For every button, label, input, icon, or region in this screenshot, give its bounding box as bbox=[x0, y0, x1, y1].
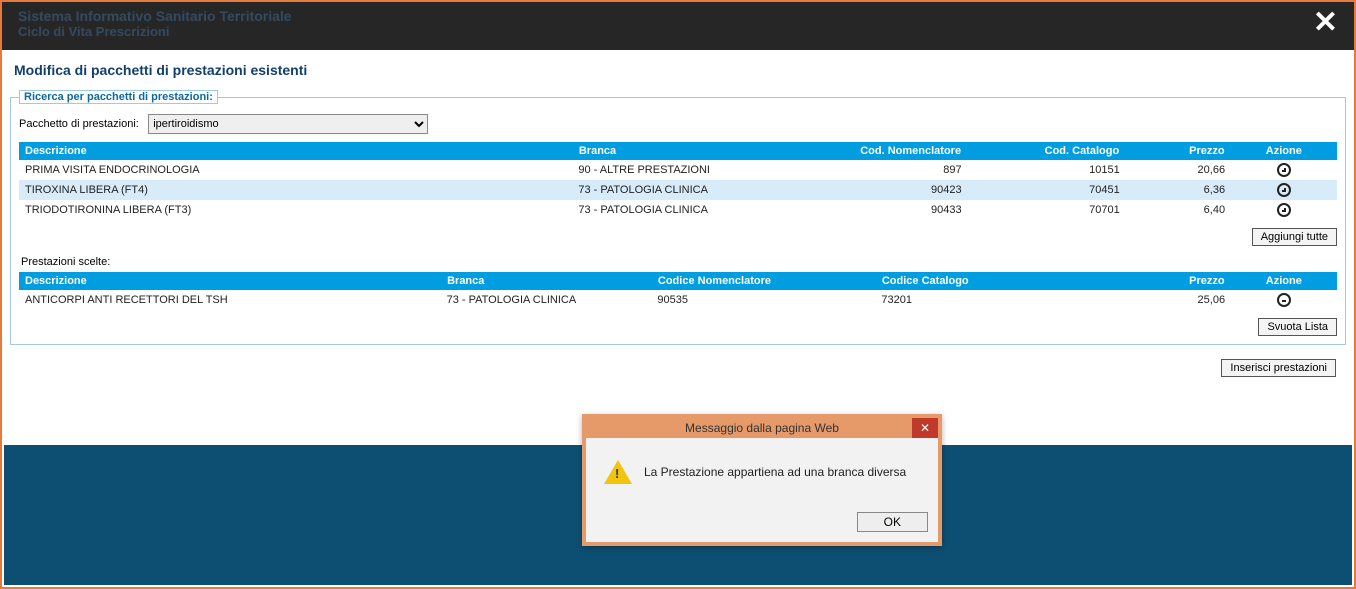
cell-codice-nomenclatore: 90535 bbox=[651, 290, 875, 310]
cell-cod-nomenclatore: 90433 bbox=[810, 200, 968, 220]
dialog-ok-button[interactable]: OK bbox=[857, 512, 928, 532]
col-descrizione: Descrizione bbox=[19, 142, 572, 160]
cell-cod-nomenclatore: 897 bbox=[810, 160, 968, 180]
dialog-title-bar: Messaggio dalla pagina Web ✕ bbox=[586, 418, 938, 438]
page-title: Modifica di pacchetti di prestazioni esi… bbox=[14, 62, 1346, 78]
search-fieldset: Ricerca per pacchetti di prestazioni: Pa… bbox=[10, 90, 1346, 345]
cell-azione bbox=[1231, 200, 1336, 220]
col-codice-nomenclatore: Codice Nomenclatore bbox=[651, 272, 875, 290]
col-prezzo: Prezzo bbox=[1126, 142, 1231, 160]
cell-descrizione: ANTICORPI ANTI RECETTORI DEL TSH bbox=[19, 290, 441, 310]
main-content: Modifica di pacchetti di prestazioni esi… bbox=[2, 50, 1354, 401]
available-table: Descrizione Branca Cod. Nomenclatore Cod… bbox=[19, 142, 1337, 220]
cell-codice-catalogo: 73201 bbox=[875, 290, 1099, 310]
col-cod-catalogo: Cod. Catalogo bbox=[968, 142, 1126, 160]
selected-table: Descrizione Branca Codice Nomenclatore C… bbox=[19, 272, 1337, 310]
cell-cod-nomenclatore: 90423 bbox=[810, 180, 968, 200]
col-branca: Branca bbox=[441, 272, 652, 290]
cell-azione bbox=[1231, 180, 1336, 200]
cell-prezzo: 20,66 bbox=[1126, 160, 1231, 180]
app-header: Sistema Informativo Sanitario Territoria… bbox=[2, 2, 1354, 50]
col-azione: Azione bbox=[1231, 272, 1336, 290]
cell-cod-catalogo: 70451 bbox=[968, 180, 1126, 200]
dialog-button-row: OK bbox=[586, 506, 938, 542]
clear-list-button[interactable]: Svuota Lista bbox=[1258, 318, 1337, 336]
cell-branca: 73 - PATOLOGIA CLINICA bbox=[441, 290, 652, 310]
warning-icon bbox=[604, 460, 632, 484]
dialog-close-button[interactable]: ✕ bbox=[912, 418, 938, 438]
cell-descrizione: PRIMA VISITA ENDOCRINOLOGIA bbox=[19, 160, 572, 180]
cell-descrizione: TRIODOTIRONINA LIBERA (FT3) bbox=[19, 200, 572, 220]
alert-dialog: Messaggio dalla pagina Web ✕ La Prestazi… bbox=[582, 414, 942, 546]
page-actions: Inserisci prestazioni bbox=[10, 355, 1346, 391]
col-cod-nomenclatore: Cod. Nomenclatore bbox=[810, 142, 968, 160]
cell-prezzo: 6,40 bbox=[1126, 200, 1231, 220]
table-row: PRIMA VISITA ENDOCRINOLOGIA 90 - ALTRE P… bbox=[19, 160, 1337, 180]
add-icon[interactable] bbox=[1277, 163, 1291, 177]
package-label: Pacchetto di prestazioni: bbox=[19, 118, 139, 130]
search-legend: Ricerca per pacchetti di prestazioni: bbox=[19, 90, 218, 104]
cell-azione bbox=[1231, 160, 1336, 180]
package-filter-row: Pacchetto di prestazioni: ipertiroidismo bbox=[19, 114, 1337, 134]
add-all-button[interactable]: Aggiungi tutte bbox=[1252, 228, 1337, 246]
col-branca: Branca bbox=[572, 142, 809, 160]
table-row: ANTICORPI ANTI RECETTORI DEL TSH 73 - PA… bbox=[19, 290, 1337, 310]
table-row: TIROXINA LIBERA (FT4) 73 - PATOLOGIA CLI… bbox=[19, 180, 1337, 200]
remove-icon[interactable] bbox=[1277, 293, 1291, 307]
selected-button-row: Svuota Lista bbox=[19, 318, 1337, 336]
add-icon[interactable] bbox=[1277, 203, 1291, 217]
dialog-body: La Prestazione appartiena ad una branca … bbox=[586, 438, 938, 506]
cell-azione bbox=[1231, 290, 1336, 310]
add-icon[interactable] bbox=[1277, 183, 1291, 197]
cell-prezzo: 6,36 bbox=[1126, 180, 1231, 200]
package-select[interactable]: ipertiroidismo bbox=[148, 114, 428, 134]
cell-cod-catalogo: 10151 bbox=[968, 160, 1126, 180]
dialog-message: La Prestazione appartiena ad una branca … bbox=[644, 465, 906, 479]
col-azione: Azione bbox=[1231, 142, 1336, 160]
cell-branca: 73 - PATOLOGIA CLINICA bbox=[572, 200, 809, 220]
selected-header-row: Descrizione Branca Codice Nomenclatore C… bbox=[19, 272, 1337, 290]
col-prezzo: Prezzo bbox=[1099, 272, 1231, 290]
insert-button[interactable]: Inserisci prestazioni bbox=[1221, 359, 1336, 377]
col-codice-catalogo: Codice Catalogo bbox=[875, 272, 1099, 290]
available-header-row: Descrizione Branca Cod. Nomenclatore Cod… bbox=[19, 142, 1337, 160]
cell-prezzo: 25,06 bbox=[1099, 290, 1231, 310]
table-row: TRIODOTIRONINA LIBERA (FT3) 73 - PATOLOG… bbox=[19, 200, 1337, 220]
dialog-title-text: Messaggio dalla pagina Web bbox=[685, 421, 839, 435]
cell-branca: 73 - PATOLOGIA CLINICA bbox=[572, 180, 809, 200]
app-subtitle: Ciclo di Vita Prescrizioni bbox=[18, 24, 1338, 39]
available-button-row: Aggiungi tutte bbox=[19, 228, 1337, 246]
cell-cod-catalogo: 70701 bbox=[968, 200, 1126, 220]
app-title: Sistema Informativo Sanitario Territoria… bbox=[18, 8, 1338, 24]
col-descrizione: Descrizione bbox=[19, 272, 441, 290]
selected-label: Prestazioni scelte: bbox=[21, 256, 1337, 268]
cell-descrizione: TIROXINA LIBERA (FT4) bbox=[19, 180, 572, 200]
close-icon[interactable]: ✕ bbox=[1313, 8, 1338, 38]
cell-branca: 90 - ALTRE PRESTAZIONI bbox=[572, 160, 809, 180]
